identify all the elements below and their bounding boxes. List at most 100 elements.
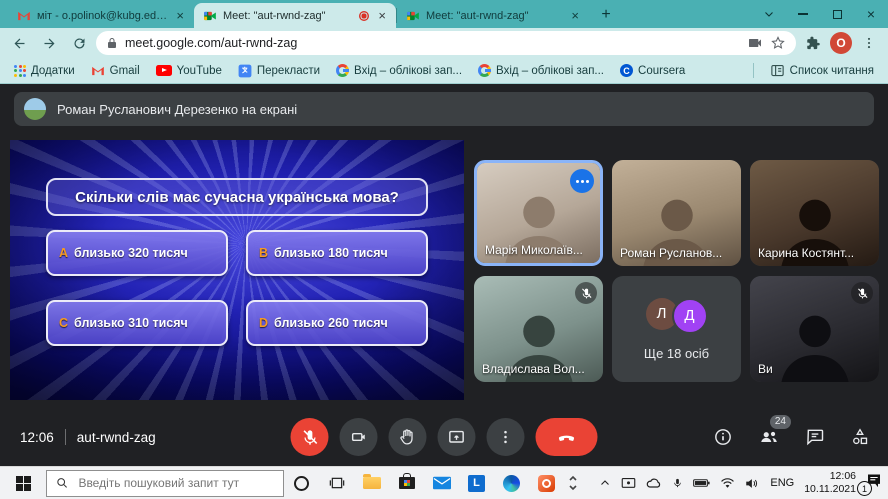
tab-close-icon[interactable]: ×	[173, 8, 187, 23]
taskbar-search-box[interactable]	[46, 470, 284, 497]
mail-envelope-icon	[433, 476, 451, 490]
quiz-question: Скільки слів має сучасна українська мова…	[46, 178, 428, 216]
participants-button[interactable]: 24	[758, 426, 780, 448]
divider	[65, 429, 66, 445]
screen-share-video: Скільки слів має сучасна українська мова…	[10, 140, 464, 400]
display-device-icon[interactable]	[621, 477, 636, 490]
taskbar-scroll-arrows[interactable]	[564, 467, 582, 499]
language-indicator[interactable]: ENG	[770, 477, 794, 489]
presenting-banner: Роман Русланович Дерезенко на екрані	[14, 92, 874, 126]
tab-gmail[interactable]: міт - o.polinok@kubg.edu.ua - П ×	[8, 3, 194, 28]
participant-count-badge: 24	[770, 415, 791, 429]
window-minimize-button[interactable]	[786, 0, 820, 28]
tab-meet-active[interactable]: Meet: "aut-rwnd-zag" ×	[194, 3, 396, 28]
overflow-participants-tile[interactable]: Л Д Ще 18 осіб	[612, 276, 741, 382]
people-icon	[758, 426, 780, 448]
browser-menu-kebab-icon[interactable]	[856, 30, 882, 56]
office-icon	[538, 475, 555, 492]
bookmark-gmail[interactable]: Gmail	[85, 62, 146, 80]
edge-button[interactable]	[494, 467, 529, 499]
task-view-button[interactable]	[319, 467, 354, 499]
participant-tile-roman[interactable]: Роман Русланов...	[612, 160, 741, 266]
reading-list-icon	[770, 63, 785, 78]
cortana-button[interactable]	[284, 467, 319, 499]
answer-text: близько 180 тисяч	[274, 246, 388, 260]
present-screen-button[interactable]	[438, 418, 476, 456]
answer-letter: D	[259, 316, 268, 330]
taskbar-date: 10.11.2021	[804, 483, 856, 496]
speaker-icon[interactable]	[745, 477, 760, 490]
notification-count-badge: 1	[857, 481, 872, 496]
answer-letter: A	[59, 246, 68, 260]
window-menu-chevron-icon[interactable]	[752, 0, 786, 28]
bookmark-label: Вхід – облікові зап...	[496, 65, 604, 77]
participant-name: Владислава Вол...	[482, 362, 585, 376]
browser-tab-bar: міт - o.polinok@kubg.edu.ua - П × Meet: …	[0, 0, 888, 28]
extensions-icon[interactable]	[800, 30, 826, 56]
profile-avatar[interactable]: O	[830, 32, 852, 54]
taskbar-clock[interactable]: 12:06 10.11.2021	[804, 470, 856, 496]
participant-name: Марія Миколаїв...	[485, 243, 583, 257]
forward-button[interactable]	[36, 30, 62, 56]
camera-toggle-button[interactable]	[340, 418, 378, 456]
l-app-button[interactable]: L	[459, 467, 494, 499]
tray-expand-chevron-icon[interactable]	[599, 477, 611, 489]
meet-icon	[406, 9, 420, 23]
wifi-icon[interactable]	[720, 477, 735, 489]
reading-list-button[interactable]: Список читання	[764, 61, 880, 80]
cortana-icon	[294, 476, 309, 491]
action-center-button[interactable]: 1	[866, 473, 882, 493]
mic-muted-icon	[851, 282, 873, 304]
battery-icon[interactable]	[693, 477, 710, 489]
bookmark-youtube[interactable]: YouTube	[150, 63, 228, 79]
bookmark-label: Gmail	[110, 65, 140, 77]
onedrive-cloud-icon[interactable]	[646, 477, 662, 489]
tab-close-icon[interactable]: ×	[568, 8, 582, 23]
tile-more-options-button[interactable]	[570, 169, 594, 193]
camera-permission-icon[interactable]	[747, 35, 763, 51]
tab-meet-second[interactable]: Meet: "aut-rwnd-zag" ×	[397, 3, 589, 28]
bookmark-coursera[interactable]: C Coursera	[614, 62, 691, 79]
bookmark-apps[interactable]: Додатки	[8, 63, 81, 79]
bookmark-google-signin-2[interactable]: Вхід – облікові зап...	[472, 62, 610, 79]
back-button[interactable]	[6, 30, 32, 56]
office-button[interactable]	[529, 467, 564, 499]
chat-button[interactable]	[805, 427, 825, 447]
end-call-button[interactable]	[536, 418, 598, 456]
chat-icon	[805, 427, 825, 447]
window-close-button[interactable]: ×	[854, 0, 888, 28]
bookmark-star-icon[interactable]	[770, 35, 786, 51]
reload-button[interactable]	[66, 30, 92, 56]
google-g-icon	[336, 64, 349, 77]
mic-toggle-button-muted[interactable]	[291, 418, 329, 456]
bookmark-label: Перекласти	[257, 65, 320, 77]
participant-tile-karina[interactable]: Карина Костянт...	[750, 160, 879, 266]
meeting-clock: 12:06	[20, 430, 54, 445]
participant-tile-vladyslava[interactable]: Владислава Вол...	[474, 276, 603, 382]
participant-tile-you[interactable]: Ви	[750, 276, 879, 382]
url-text: meet.google.com/aut-rwnd-zag	[125, 36, 740, 50]
start-button[interactable]	[0, 467, 46, 499]
tab-close-icon[interactable]: ×	[375, 8, 389, 23]
bookmark-translate[interactable]: Перекласти	[232, 62, 326, 80]
more-options-button[interactable]	[487, 418, 525, 456]
bookmark-label: Вхід – облікові зап...	[354, 65, 462, 77]
file-explorer-button[interactable]	[354, 467, 389, 499]
window-maximize-button[interactable]	[820, 0, 854, 28]
lock-icon	[106, 37, 118, 49]
taskbar-search-input[interactable]	[76, 475, 274, 491]
bookmark-label: Додатки	[31, 65, 75, 77]
new-tab-button[interactable]: +	[593, 4, 619, 26]
microphone-in-use-icon[interactable]	[672, 476, 683, 490]
participant-name: Карина Костянт...	[758, 246, 854, 260]
meeting-details-button[interactable]	[713, 427, 733, 447]
store-bag-icon	[399, 477, 415, 489]
participant-name: Роман Русланов...	[620, 246, 722, 260]
activities-button[interactable]	[850, 427, 870, 447]
mail-button[interactable]	[424, 467, 459, 499]
address-bar[interactable]: meet.google.com/aut-rwnd-zag	[96, 31, 796, 55]
bookmark-google-signin-1[interactable]: Вхід – облікові зап...	[330, 62, 468, 79]
participant-tile-maria[interactable]: Марія Миколаїв...	[474, 160, 603, 266]
raise-hand-button[interactable]	[389, 418, 427, 456]
microsoft-store-button[interactable]	[389, 467, 424, 499]
